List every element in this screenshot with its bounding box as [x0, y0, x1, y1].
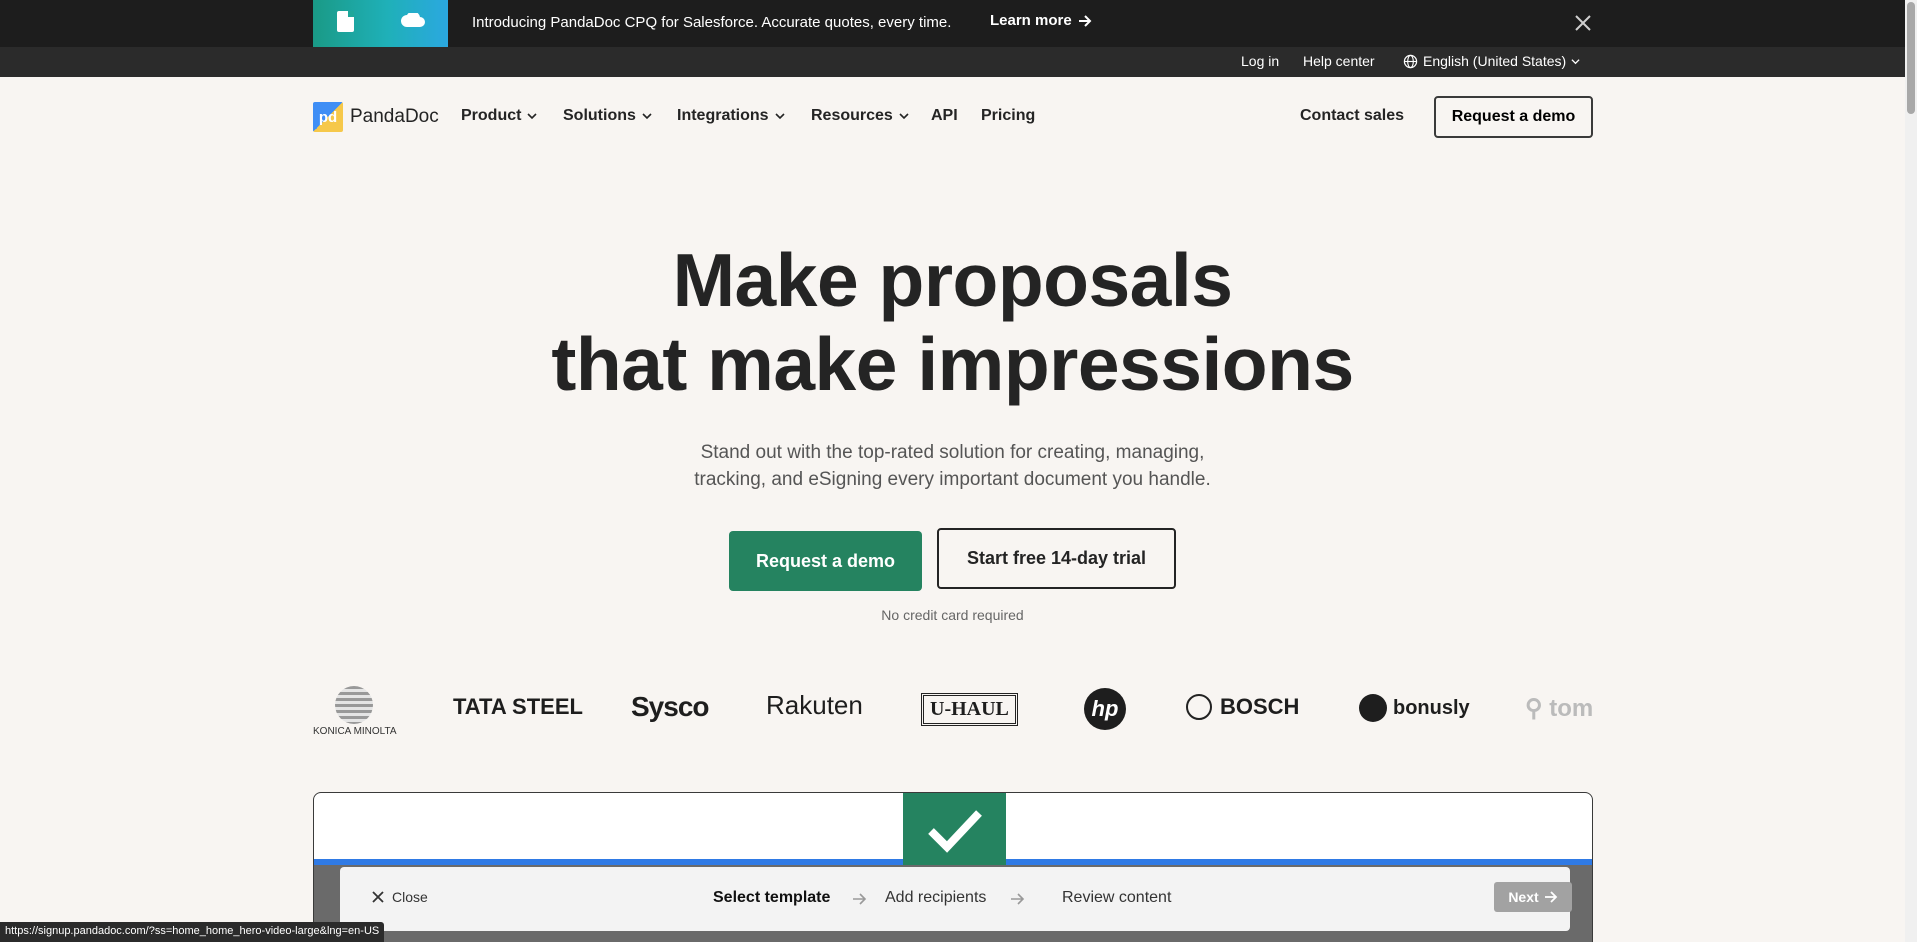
arrow-right-icon [853, 893, 867, 905]
bonusly-logo: bonusly [1359, 694, 1470, 722]
close-icon [372, 891, 384, 903]
step-review-content: Review content [1062, 889, 1172, 906]
next-label: Next [1508, 889, 1539, 905]
wizard-next-button[interactable]: Next [1494, 882, 1572, 912]
nav-item-resources[interactable]: Resources [811, 107, 909, 125]
bosch-ring-icon [1186, 694, 1212, 720]
template-wizard-bar: Close Select template Add recipients Rev… [340, 867, 1572, 931]
nav-item-integrations[interactable]: Integrations [677, 107, 785, 125]
nav-label: Integrations [677, 107, 769, 124]
contact-sales-link[interactable]: Contact sales [1300, 107, 1404, 125]
nav-label: API [931, 107, 958, 124]
bonusly-logo-text: bonusly [1393, 696, 1470, 719]
nav-item-api[interactable]: API [931, 107, 958, 125]
tata-steel-logo: TATA STEEL [453, 694, 583, 719]
rakuten-logo: Rakuten [766, 690, 863, 720]
step-add-recipients: Add recipients [885, 889, 987, 906]
hp-logo: hp [1084, 688, 1126, 730]
bosch-logo: BOSCH [1186, 694, 1299, 720]
tom-logo-text: tom [1549, 695, 1593, 722]
chevron-down-icon [527, 113, 538, 120]
chevron-down-icon [642, 113, 652, 120]
status-bar-url: https://signup.pandadoc.com/?ss=home_hom… [0, 922, 385, 942]
konica-logo-text: KONICA MINOLTA [313, 726, 397, 737]
sysco-logo: Sysco [631, 691, 709, 722]
hero-title-line-2: that make impressions [551, 322, 1354, 406]
no-credit-card-note: No credit card required [881, 607, 1024, 623]
wizard-close-button[interactable]: Close [372, 889, 428, 905]
step-select-template: Select template [713, 889, 831, 906]
page-scrollbar[interactable] [1905, 0, 1917, 942]
document-icon [337, 11, 354, 32]
nav-item-pricing[interactable]: Pricing [981, 107, 1035, 125]
preview-check-card [903, 793, 1006, 865]
customer-logos: KONICA MINOLTA TATA STEEL Sysco Rakuten … [313, 680, 1593, 740]
nav-label: Solutions [563, 107, 636, 124]
hero-subtitle-line-2: tracking, and eSigning every important d… [694, 469, 1211, 490]
arrow-right-icon [1078, 14, 1092, 27]
announcement-illustration [313, 0, 448, 47]
nav-item-product[interactable]: Product [461, 107, 538, 125]
arrow-right-icon [1011, 893, 1025, 905]
request-demo-nav-button[interactable]: Request a demo [1434, 96, 1593, 138]
announcement-text: Introducing PandaDoc CPQ for Salesforce.… [472, 14, 952, 31]
checkmark-icon [928, 810, 982, 853]
help-center-link[interactable]: Help center [1303, 53, 1375, 69]
nav-label: Pricing [981, 107, 1036, 124]
hero-title-line-1: Make proposals [672, 238, 1233, 322]
bosch-logo-text: BOSCH [1220, 694, 1300, 719]
learn-more-label: Learn more [990, 12, 1072, 29]
announcement-bar: Introducing PandaDoc CPQ for Salesforce.… [0, 0, 1917, 47]
konica-minolta-logo: KONICA MINOLTA [313, 686, 397, 737]
hero-subtitle-line-1: Stand out with the top-rated solution fo… [700, 442, 1205, 463]
arrow-right-icon [1544, 891, 1557, 903]
close-label: Close [392, 889, 428, 905]
nav-label: Resources [811, 107, 893, 124]
tom-logo: ⚲ tom [1525, 694, 1593, 723]
learn-more-link[interactable]: Learn more [990, 12, 1092, 29]
request-demo-button[interactable]: Request a demo [729, 531, 922, 591]
pin-icon: ⚲ [1525, 695, 1543, 722]
language-label: English (United States) [1423, 53, 1567, 69]
chevron-down-icon [774, 113, 785, 120]
logo-text: PandaDoc [350, 106, 439, 127]
globe-icon [1403, 54, 1418, 68]
close-icon[interactable] [1571, 11, 1595, 35]
nav-label: Product [461, 107, 522, 124]
konica-globe-icon [335, 686, 373, 724]
product-video-preview[interactable]: Close Select template Add recipients Rev… [313, 792, 1593, 942]
main-nav: pd PandaDoc Product Solutions Integratio… [0, 77, 1917, 157]
chevron-down-icon [899, 113, 909, 120]
utility-bar: Log in Help center English (United State… [0, 47, 1917, 77]
scrollbar-thumb[interactable] [1907, 2, 1915, 114]
hero-title: Make proposals that make impressions [0, 238, 1905, 406]
cloud-icon [401, 13, 425, 27]
nav-item-solutions[interactable]: Solutions [563, 107, 652, 125]
hero-subtitle: Stand out with the top-rated solution fo… [0, 439, 1905, 493]
pandadoc-logo[interactable]: pd PandaDoc [313, 102, 439, 132]
uhaul-logo: U-HAUL [921, 693, 1018, 726]
login-link[interactable]: Log in [1241, 53, 1279, 69]
chevron-down-icon [1571, 58, 1580, 64]
bonusly-mark-icon [1359, 694, 1387, 722]
logo-mark: pd [313, 102, 343, 132]
start-trial-button[interactable]: Start free 14-day trial [937, 528, 1176, 589]
language-selector[interactable]: English (United States) [1403, 53, 1580, 69]
